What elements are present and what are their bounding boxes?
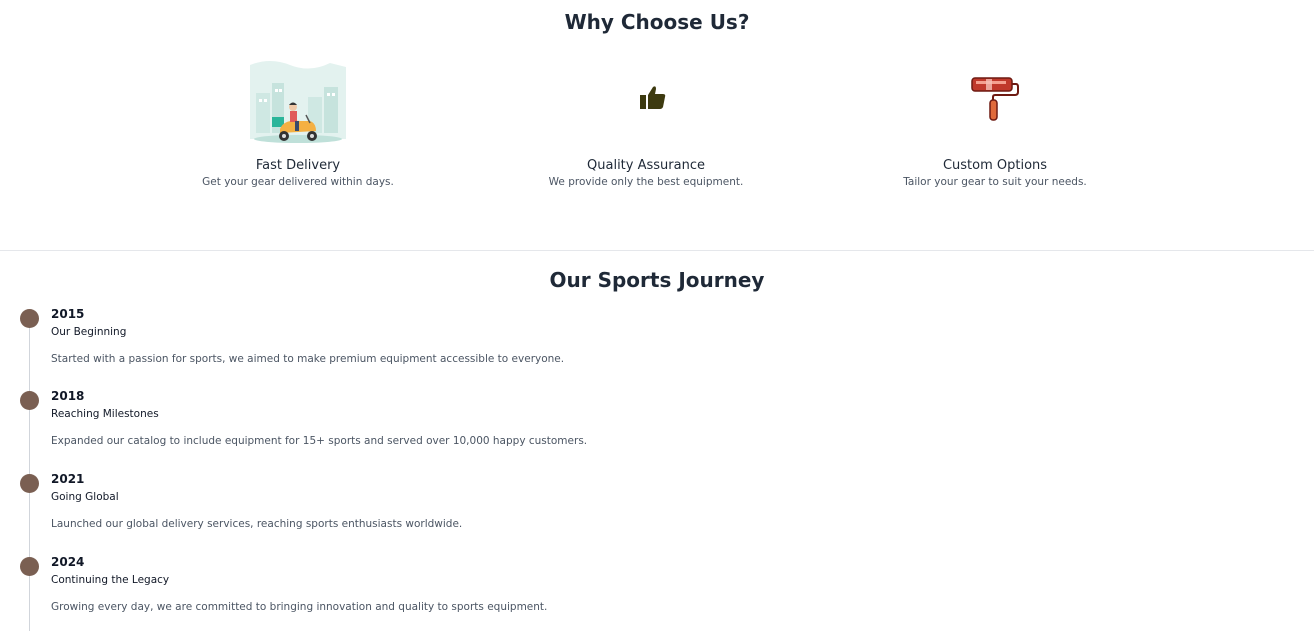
sports-journey-section: Our Sports Journey 2015 Our Beginning St…: [0, 251, 1314, 631]
timeline-description: Launched our global delivery services, r…: [51, 518, 463, 530]
why-choose-us-heading: Why Choose Us?: [564, 10, 750, 34]
feature-fast-delivery: Fast Delivery Get your gear delivered wi…: [158, 56, 438, 188]
timeline-description: Started with a passion for sports, we ai…: [51, 353, 565, 365]
thumbs-up-icon: [640, 86, 666, 109]
delivery-scooter-illustration: [250, 61, 346, 143]
feature-text: We provide only the best equipment.: [548, 176, 744, 188]
feature-title: Quality Assurance: [587, 158, 705, 173]
timeline-dot: [20, 309, 39, 328]
timeline-description: Expanded our catalog to include equipmen…: [51, 435, 588, 447]
timeline-year: 2015: [51, 307, 85, 321]
paint-roller-icon: [971, 77, 1019, 121]
timeline-year: 2018: [51, 389, 85, 403]
timeline-dot: [20, 557, 39, 576]
timeline-title: Our Beginning: [51, 326, 127, 338]
timeline-title: Continuing the Legacy: [51, 574, 170, 586]
timeline-description: Growing every day, we are committed to b…: [51, 601, 548, 613]
feature-text: Get your gear delivered within days.: [202, 176, 394, 188]
why-choose-us-section: Why Choose Us? Fast Delivery Get your ge…: [0, 0, 1314, 251]
timeline-title: Reaching Milestones: [51, 408, 159, 420]
timeline-title: Going Global: [51, 491, 119, 503]
timeline-dot: [20, 391, 39, 410]
feature-title: Custom Options: [942, 158, 1048, 173]
timeline-dot: [20, 474, 39, 493]
timeline-year: 2021: [51, 472, 85, 486]
feature-text: Tailor your gear to suit your needs.: [903, 176, 1087, 188]
timeline-year: 2024: [51, 555, 85, 569]
sports-journey-heading: Our Sports Journey: [549, 268, 765, 292]
feature-quality-assurance: Quality Assurance We provide only the be…: [506, 56, 786, 188]
feature-custom-options: Custom Options Tailor your gear to suit …: [855, 56, 1135, 188]
feature-title: Fast Delivery: [255, 158, 341, 173]
